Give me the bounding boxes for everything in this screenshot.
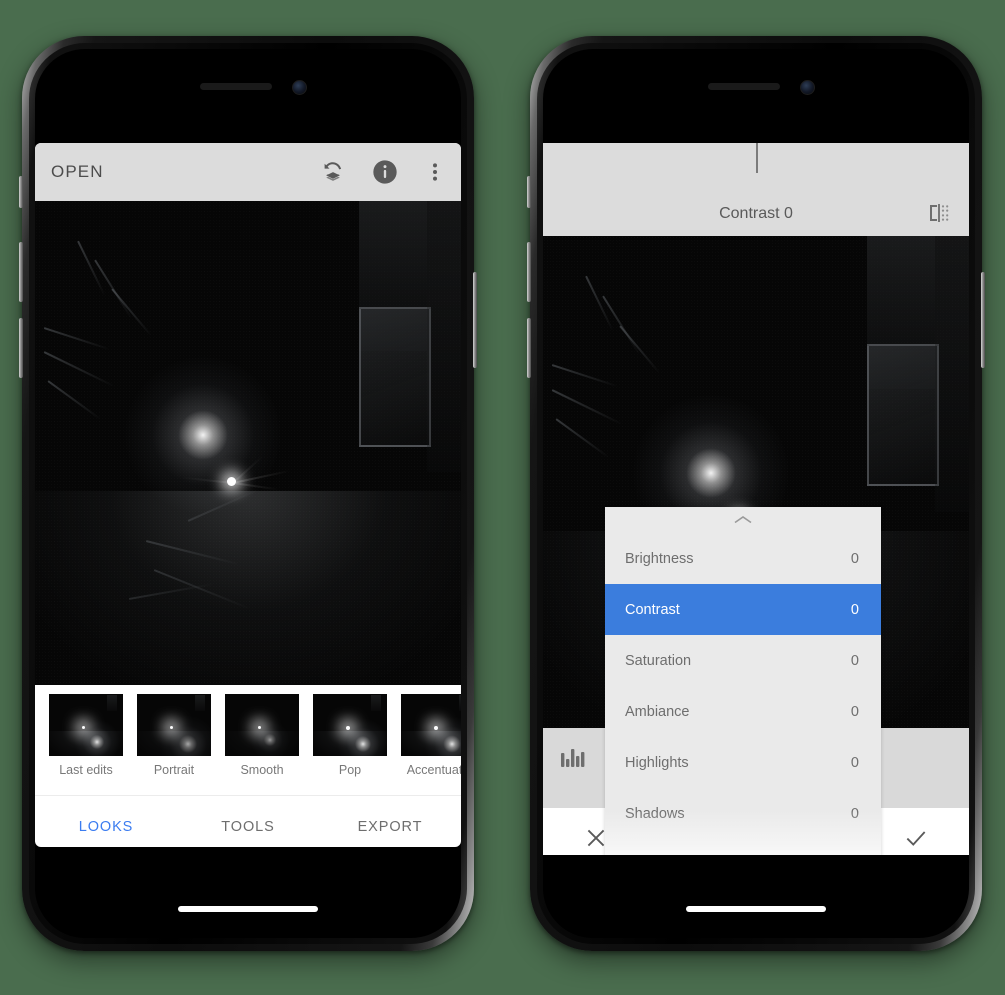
volume-down-button[interactable] bbox=[19, 318, 23, 378]
photo-editor-adjust-app: Contrast 0 Brightness 0 Contrast 0 Satur… bbox=[543, 143, 969, 855]
phone-left-screen: OPEN Last edits Portrait Smooth Pop Acce… bbox=[35, 49, 461, 938]
slider-tick-indicator[interactable] bbox=[756, 143, 758, 173]
adjustment-label: Highlights bbox=[625, 754, 689, 771]
phone-right-screen: Contrast 0 Brightness 0 Contrast 0 Satur… bbox=[543, 49, 969, 938]
look-thumbnail bbox=[49, 694, 123, 756]
earpiece-speaker bbox=[200, 83, 272, 90]
look-item[interactable]: Accentuate bbox=[401, 694, 461, 777]
look-item[interactable]: Smooth bbox=[225, 694, 299, 777]
earpiece-speaker bbox=[708, 83, 780, 90]
adjustment-row[interactable]: Ambiance 0 bbox=[605, 686, 881, 737]
adjustment-value: 0 bbox=[850, 550, 859, 567]
screenshot-stage: OPEN Last edits Portrait Smooth Pop Acce… bbox=[0, 0, 1005, 995]
home-indicator[interactable] bbox=[686, 906, 826, 912]
power-button[interactable] bbox=[981, 272, 985, 368]
night-photo-image bbox=[35, 201, 461, 685]
look-item[interactable]: Pop bbox=[313, 694, 387, 777]
look-item[interactable]: Portrait bbox=[137, 694, 211, 777]
phone-right: Contrast 0 Brightness 0 Contrast 0 Satur… bbox=[527, 36, 985, 951]
volume-up-button[interactable] bbox=[19, 242, 23, 302]
info-icon[interactable] bbox=[371, 158, 399, 186]
adjustment-row[interactable]: Saturation 0 bbox=[605, 635, 881, 686]
phone-left: OPEN Last edits Portrait Smooth Pop Acce… bbox=[19, 36, 477, 951]
open-button[interactable]: OPEN bbox=[51, 162, 104, 182]
adjustment-label: Shadows bbox=[625, 805, 685, 822]
adjustment-value: 0 bbox=[850, 754, 859, 771]
overflow-menu-icon[interactable] bbox=[425, 160, 445, 184]
tab-looks[interactable]: LOOKS bbox=[35, 819, 177, 835]
volume-down-button[interactable] bbox=[527, 318, 531, 378]
volume-up-button[interactable] bbox=[527, 242, 531, 302]
adjustment-value: 0 bbox=[850, 703, 859, 720]
bottom-tab-bar: LOOKS TOOLS EXPORT bbox=[35, 795, 461, 847]
adjustment-panel[interactable]: Brightness 0 Contrast 0 Saturation 0 Amb… bbox=[605, 507, 881, 855]
adjustment-list[interactable]: Brightness 0 Contrast 0 Saturation 0 Amb… bbox=[605, 533, 881, 855]
front-camera-icon bbox=[800, 80, 815, 95]
app-top-bar: OPEN bbox=[35, 143, 461, 201]
look-label: Last edits bbox=[59, 763, 113, 777]
look-thumbnail bbox=[225, 694, 299, 756]
adjustment-label: Contrast bbox=[625, 601, 680, 618]
look-label: Smooth bbox=[240, 763, 284, 777]
front-camera-icon bbox=[292, 80, 307, 95]
adjust-title: Contrast 0 bbox=[719, 205, 793, 222]
adjustment-value: 0 bbox=[850, 805, 859, 822]
adjustment-row[interactable]: Warmth 0 bbox=[605, 839, 881, 855]
adjustment-row[interactable]: Brightness 0 bbox=[605, 533, 881, 584]
look-thumbnail bbox=[401, 694, 461, 756]
photo-canvas[interactable] bbox=[35, 201, 461, 685]
adjustment-row[interactable]: Highlights 0 bbox=[605, 737, 881, 788]
photo-editor-app: OPEN Last edits Portrait Smooth Pop Acce… bbox=[35, 143, 461, 847]
look-thumbnail bbox=[137, 694, 211, 756]
adjustment-label: Saturation bbox=[625, 652, 692, 669]
adjustment-label: Ambiance bbox=[625, 703, 690, 720]
compare-split-icon[interactable] bbox=[927, 201, 951, 225]
chevron-up-icon[interactable] bbox=[605, 507, 881, 533]
adjustment-row-selected[interactable]: Contrast 0 bbox=[605, 584, 881, 635]
look-label: Portrait bbox=[153, 763, 195, 777]
adjustment-row[interactable]: Shadows 0 bbox=[605, 788, 881, 839]
adjustment-label: Brightness bbox=[625, 550, 694, 567]
silent-switch[interactable] bbox=[19, 176, 23, 208]
tab-export[interactable]: EXPORT bbox=[319, 819, 461, 835]
home-indicator[interactable] bbox=[178, 906, 318, 912]
adjustment-value: 0 bbox=[850, 652, 859, 669]
looks-thumbnail-strip[interactable]: Last edits Portrait Smooth Pop Accentuat bbox=[35, 685, 461, 795]
tab-tools[interactable]: TOOLS bbox=[177, 819, 319, 835]
power-button[interactable] bbox=[473, 272, 477, 368]
look-label: Accentuate bbox=[406, 763, 461, 777]
undo-stack-icon[interactable] bbox=[321, 160, 345, 184]
look-item[interactable]: Last edits bbox=[49, 694, 123, 777]
look-label: Pop bbox=[338, 763, 362, 777]
look-thumbnail bbox=[313, 694, 387, 756]
adjustment-value: 0 bbox=[850, 601, 859, 618]
adjust-top-bar: Contrast 0 bbox=[543, 143, 969, 236]
silent-switch[interactable] bbox=[527, 176, 531, 208]
histogram-icon[interactable] bbox=[560, 748, 586, 770]
